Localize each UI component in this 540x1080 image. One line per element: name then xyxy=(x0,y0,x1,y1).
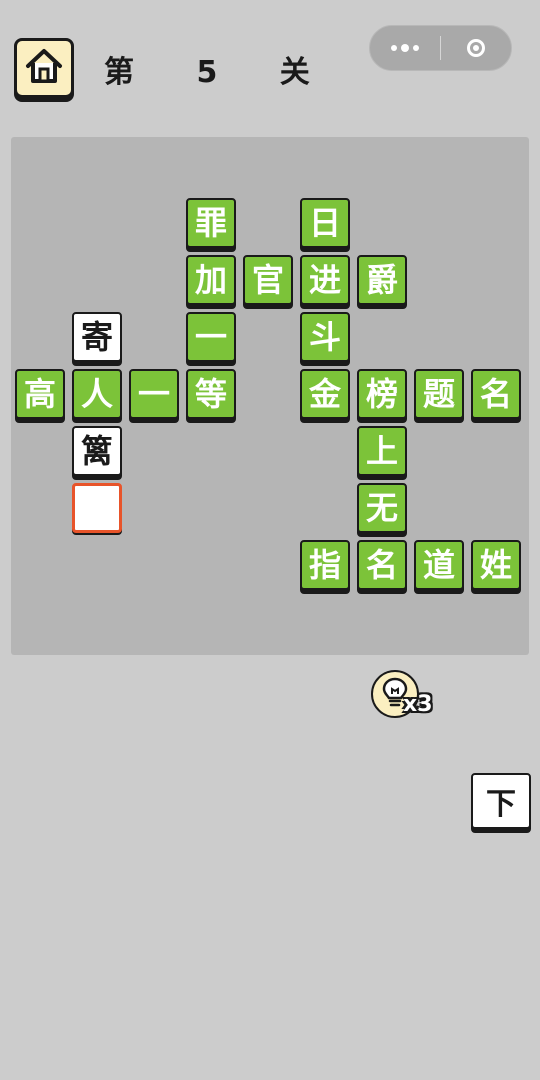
tile: 指 xyxy=(300,540,350,590)
home-icon xyxy=(24,47,64,89)
more-dots-icon xyxy=(391,44,419,52)
tile: 姓 xyxy=(471,540,521,590)
hint-count: x3 xyxy=(403,692,433,717)
tile: 斗 xyxy=(300,312,350,362)
tile: 进 xyxy=(300,255,350,305)
tile: 等 xyxy=(186,369,236,419)
tile: 爵 xyxy=(357,255,407,305)
next-button[interactable]: 下 xyxy=(471,773,531,829)
tile: 无 xyxy=(357,483,407,533)
tile: 一 xyxy=(129,369,179,419)
tile: 篱 xyxy=(72,426,122,476)
tile: 榜 xyxy=(357,369,407,419)
mini-program-capsule xyxy=(369,25,512,71)
tile: 加 xyxy=(186,255,236,305)
tile: 名 xyxy=(357,540,407,590)
empty-answer-cell[interactable] xyxy=(72,483,122,533)
close-button[interactable] xyxy=(441,26,511,70)
tile: 官 xyxy=(243,255,293,305)
tile: 寄 xyxy=(72,312,122,362)
tile: 金 xyxy=(300,369,350,419)
level-title: 第 5 关 xyxy=(104,55,336,90)
puzzle-board: 罪 日 加 官 进 爵 寄 一 斗 高 人 一 等 金 榜 题 名 篱 上 无 … xyxy=(11,137,529,655)
tile: 道 xyxy=(414,540,464,590)
more-button[interactable] xyxy=(370,26,440,70)
tile: 上 xyxy=(357,426,407,476)
close-target-icon xyxy=(466,39,485,57)
tile: 题 xyxy=(414,369,464,419)
tile: 一 xyxy=(186,312,236,362)
tile: 高 xyxy=(15,369,65,419)
header: 第 5 关 xyxy=(0,0,540,110)
tile: 人 xyxy=(72,369,122,419)
tile: 日 xyxy=(300,198,350,248)
tile: 罪 xyxy=(186,198,236,248)
home-button[interactable] xyxy=(14,38,74,98)
tile: 名 xyxy=(471,369,521,419)
